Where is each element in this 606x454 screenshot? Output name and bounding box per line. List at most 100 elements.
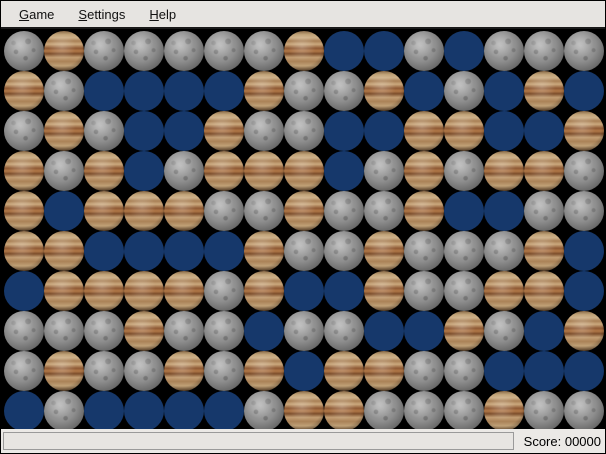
ball-earth[interactable]: [564, 231, 604, 271]
ball-moon[interactable]: [444, 151, 484, 191]
ball-earth[interactable]: [484, 351, 524, 391]
ball-jupiter[interactable]: [484, 391, 524, 429]
ball-jupiter[interactable]: [284, 391, 324, 429]
ball-moon[interactable]: [84, 111, 124, 151]
ball-jupiter[interactable]: [444, 311, 484, 351]
menu-help[interactable]: Help: [141, 4, 184, 25]
ball-jupiter[interactable]: [124, 271, 164, 311]
ball-moon[interactable]: [564, 31, 604, 71]
ball-moon[interactable]: [84, 351, 124, 391]
ball-moon[interactable]: [84, 31, 124, 71]
ball-earth[interactable]: [124, 151, 164, 191]
ball-jupiter[interactable]: [244, 351, 284, 391]
ball-moon[interactable]: [404, 391, 444, 429]
ball-moon[interactable]: [84, 311, 124, 351]
ball-jupiter[interactable]: [524, 151, 564, 191]
ball-moon[interactable]: [404, 31, 444, 71]
ball-jupiter[interactable]: [204, 151, 244, 191]
ball-jupiter[interactable]: [164, 351, 204, 391]
ball-moon[interactable]: [404, 231, 444, 271]
menu-game[interactable]: Game: [11, 4, 62, 25]
ball-earth[interactable]: [204, 231, 244, 271]
ball-jupiter[interactable]: [324, 351, 364, 391]
ball-moon[interactable]: [244, 111, 284, 151]
ball-moon[interactable]: [444, 351, 484, 391]
ball-moon[interactable]: [444, 71, 484, 111]
ball-moon[interactable]: [284, 71, 324, 111]
ball-moon[interactable]: [524, 31, 564, 71]
ball-jupiter[interactable]: [364, 231, 404, 271]
ball-moon[interactable]: [284, 311, 324, 351]
ball-moon[interactable]: [364, 191, 404, 231]
ball-jupiter[interactable]: [404, 151, 444, 191]
ball-earth[interactable]: [284, 351, 324, 391]
ball-earth[interactable]: [124, 111, 164, 151]
ball-jupiter[interactable]: [164, 271, 204, 311]
ball-earth[interactable]: [4, 271, 44, 311]
ball-jupiter[interactable]: [324, 391, 364, 429]
ball-earth[interactable]: [124, 71, 164, 111]
ball-earth[interactable]: [4, 391, 44, 429]
ball-jupiter[interactable]: [284, 191, 324, 231]
ball-jupiter[interactable]: [84, 191, 124, 231]
ball-moon[interactable]: [164, 151, 204, 191]
ball-earth[interactable]: [124, 391, 164, 429]
ball-jupiter[interactable]: [4, 151, 44, 191]
ball-earth[interactable]: [124, 231, 164, 271]
ball-jupiter[interactable]: [124, 311, 164, 351]
ball-moon[interactable]: [124, 31, 164, 71]
ball-jupiter[interactable]: [44, 111, 84, 151]
ball-earth[interactable]: [444, 191, 484, 231]
ball-jupiter[interactable]: [44, 231, 84, 271]
ball-moon[interactable]: [204, 31, 244, 71]
ball-earth[interactable]: [84, 391, 124, 429]
ball-moon[interactable]: [564, 391, 604, 429]
ball-moon[interactable]: [4, 311, 44, 351]
ball-earth[interactable]: [164, 111, 204, 151]
ball-moon[interactable]: [364, 391, 404, 429]
ball-earth[interactable]: [284, 271, 324, 311]
ball-earth[interactable]: [364, 31, 404, 71]
ball-earth[interactable]: [484, 111, 524, 151]
ball-jupiter[interactable]: [484, 151, 524, 191]
ball-moon[interactable]: [44, 391, 84, 429]
ball-earth[interactable]: [84, 231, 124, 271]
ball-jupiter[interactable]: [524, 231, 564, 271]
ball-jupiter[interactable]: [44, 271, 84, 311]
ball-moon[interactable]: [564, 191, 604, 231]
ball-earth[interactable]: [444, 31, 484, 71]
ball-jupiter[interactable]: [244, 71, 284, 111]
ball-earth[interactable]: [164, 71, 204, 111]
ball-jupiter[interactable]: [44, 31, 84, 71]
ball-moon[interactable]: [124, 351, 164, 391]
ball-moon[interactable]: [164, 31, 204, 71]
ball-earth[interactable]: [564, 271, 604, 311]
ball-moon[interactable]: [4, 351, 44, 391]
ball-jupiter[interactable]: [444, 111, 484, 151]
ball-jupiter[interactable]: [84, 151, 124, 191]
ball-earth[interactable]: [524, 311, 564, 351]
ball-moon[interactable]: [324, 71, 364, 111]
ball-earth[interactable]: [204, 71, 244, 111]
ball-earth[interactable]: [324, 271, 364, 311]
ball-moon[interactable]: [164, 311, 204, 351]
ball-earth[interactable]: [564, 351, 604, 391]
ball-jupiter[interactable]: [404, 111, 444, 151]
ball-moon[interactable]: [44, 151, 84, 191]
ball-moon[interactable]: [564, 151, 604, 191]
ball-jupiter[interactable]: [124, 191, 164, 231]
ball-earth[interactable]: [564, 71, 604, 111]
ball-moon[interactable]: [444, 391, 484, 429]
ball-moon[interactable]: [324, 191, 364, 231]
ball-jupiter[interactable]: [284, 31, 324, 71]
ball-moon[interactable]: [404, 271, 444, 311]
ball-moon[interactable]: [524, 191, 564, 231]
ball-earth[interactable]: [164, 391, 204, 429]
ball-moon[interactable]: [204, 191, 244, 231]
ball-earth[interactable]: [524, 111, 564, 151]
ball-moon[interactable]: [324, 311, 364, 351]
ball-earth[interactable]: [524, 351, 564, 391]
menu-settings[interactable]: Settings: [70, 4, 133, 25]
ball-moon[interactable]: [364, 151, 404, 191]
ball-earth[interactable]: [484, 191, 524, 231]
